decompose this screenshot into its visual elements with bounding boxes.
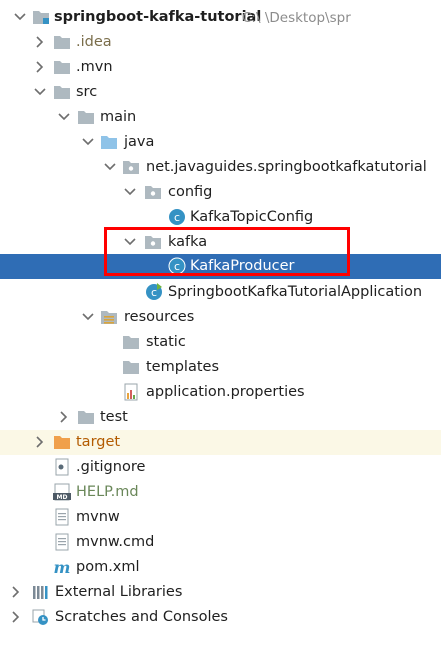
tree-row-package[interactable]: net.javaguides.springbootkafkatutorial <box>0 155 441 180</box>
tree-row-application-class[interactable]: c SpringbootKafkaTutorialApplication <box>0 280 441 305</box>
tree-label-application-class: SpringbootKafkaTutorialApplication <box>168 284 423 300</box>
tree-row-mvn[interactable]: .mvn <box>0 55 441 80</box>
tree-label-help-md: HELP.md <box>76 484 139 500</box>
tree-row-resources[interactable]: resources <box>0 305 441 330</box>
chevron-down-icon[interactable] <box>80 309 96 325</box>
chevron-down-icon[interactable] <box>122 184 138 200</box>
folder-icon <box>53 58 71 76</box>
properties-file-icon <box>122 383 140 401</box>
excluded-folder-icon <box>53 433 71 451</box>
tree-row-config[interactable]: config <box>0 180 441 205</box>
chevron-down-icon[interactable] <box>32 84 48 100</box>
text-file-icon <box>53 458 71 476</box>
java-class-icon: c <box>168 208 186 226</box>
tree-row-kafka-producer[interactable]: c KafkaProducer <box>0 254 441 279</box>
resources-folder-icon <box>100 308 118 326</box>
chevron-right-icon[interactable] <box>56 409 72 425</box>
chevron-down-icon[interactable] <box>122 234 138 250</box>
java-class-icon: c <box>168 257 186 275</box>
chevron-down-icon[interactable] <box>102 159 118 175</box>
tree-label-src: src <box>76 84 98 100</box>
chevron-right-icon[interactable] <box>32 34 48 50</box>
tree-label-test: test <box>100 409 128 425</box>
text-file-icon <box>53 533 71 551</box>
tree-label-kafka-producer: KafkaProducer <box>190 258 295 274</box>
tree-label-templates: templates <box>146 359 220 375</box>
project-tree: springboot-kafka-tutorial C:\ \Desktop\s… <box>0 0 441 660</box>
tree-label-pom: pom.xml <box>76 559 140 575</box>
tree-row-target[interactable]: target <box>0 430 441 455</box>
folder-icon <box>53 83 71 101</box>
chevron-right-icon[interactable] <box>32 434 48 450</box>
tree-label-package: net.javaguides.springbootkafkatutorial <box>146 159 427 175</box>
svg-text:MD: MD <box>57 494 68 501</box>
tree-label-kafka: kafka <box>168 234 208 250</box>
tree-row-application-properties[interactable]: application.properties <box>0 380 441 405</box>
tree-label-mvnw-cmd: mvnw.cmd <box>76 534 155 550</box>
tree-row-templates[interactable]: templates <box>0 355 441 380</box>
markdown-file-icon: MD <box>53 483 71 501</box>
tree-row-help-md[interactable]: MD HELP.md <box>0 480 441 505</box>
tree-label-scratches: Scratches and Consoles <box>55 609 228 625</box>
svg-text:c: c <box>174 260 180 273</box>
source-folder-icon <box>100 133 118 151</box>
tree-label-java: java <box>124 134 155 150</box>
tree-row-kafka-topic-config[interactable]: c KafkaTopicConfig <box>0 205 441 230</box>
tree-row-static[interactable]: static <box>0 330 441 355</box>
project-path: C:\ \Desktop\spr <box>242 10 351 26</box>
chevron-right-icon[interactable] <box>8 609 24 625</box>
tree-label-resources: resources <box>124 309 195 325</box>
tree-row-kafka[interactable]: kafka <box>0 230 441 255</box>
svg-text:c: c <box>151 286 157 299</box>
chevron-right-icon[interactable] <box>32 59 48 75</box>
tree-label-static: static <box>146 334 186 350</box>
tree-label-target: target <box>76 434 121 450</box>
chevron-right-icon[interactable] <box>8 584 24 600</box>
tree-row-gitignore[interactable]: .gitignore <box>0 455 441 480</box>
tree-label-external-libraries: External Libraries <box>55 584 183 600</box>
tree-row-mvnw[interactable]: mvnw <box>0 505 441 530</box>
tree-row-src[interactable]: src <box>0 80 441 105</box>
svg-text:m: m <box>54 558 71 576</box>
tree-row-main[interactable]: main <box>0 105 441 130</box>
tree-row-java[interactable]: java <box>0 130 441 155</box>
tree-label-application-properties: application.properties <box>146 384 305 400</box>
tree-label-config: config <box>168 184 213 200</box>
tree-row-external-libraries[interactable]: External Libraries <box>0 580 441 605</box>
tree-row-mvnw-cmd[interactable]: mvnw.cmd <box>0 530 441 555</box>
libraries-icon <box>31 583 49 601</box>
tree-row-pom[interactable]: m pom.xml <box>0 555 441 580</box>
folder-icon <box>77 108 95 126</box>
folder-icon <box>122 358 140 376</box>
chevron-down-icon[interactable] <box>56 109 72 125</box>
tree-label-kafka-topic-config: KafkaTopicConfig <box>190 209 314 225</box>
chevron-down-icon[interactable] <box>80 134 96 150</box>
spring-boot-class-icon: c <box>145 283 163 301</box>
tree-label-gitignore: .gitignore <box>76 459 146 475</box>
package-icon <box>144 183 162 201</box>
tree-label-mvn: .mvn <box>76 59 113 75</box>
folder-icon <box>77 408 95 426</box>
tree-row-idea[interactable]: .idea <box>0 30 441 55</box>
tree-label-mvnw: mvnw <box>76 509 120 525</box>
package-icon <box>144 233 162 251</box>
tree-row-project-root[interactable]: springboot-kafka-tutorial C:\ \Desktop\s… <box>0 5 441 30</box>
text-file-icon <box>53 508 71 526</box>
tree-row-scratches[interactable]: Scratches and Consoles <box>0 605 441 630</box>
tree-label-idea: .idea <box>76 34 112 50</box>
chevron-down-icon[interactable] <box>12 9 28 25</box>
svg-text:c: c <box>174 211 180 224</box>
project-name: springboot-kafka-tutorial <box>54 9 262 25</box>
maven-icon: m <box>53 558 71 576</box>
tree-label-main: main <box>100 109 137 125</box>
module-folder-icon <box>32 8 50 26</box>
package-icon <box>122 158 140 176</box>
tree-row-test[interactable]: test <box>0 405 441 430</box>
folder-icon <box>122 333 140 351</box>
scratches-icon <box>31 608 49 626</box>
folder-icon <box>53 33 71 51</box>
